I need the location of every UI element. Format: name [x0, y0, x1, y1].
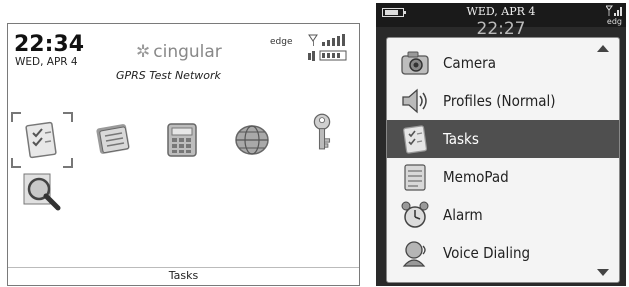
password-keeper-icon[interactable]: [298, 110, 346, 154]
selected-app-label: Tasks: [168, 269, 199, 282]
scroll-down-icon[interactable]: [597, 269, 609, 276]
alarm-clock-icon: [399, 200, 431, 230]
carrier-name: cingular: [153, 42, 222, 62]
home-screen: 22:34 WED, APR 4 ✲ cingular GPRS Test Net…: [7, 23, 360, 286]
carrier-logo: ✲ cingular: [136, 42, 222, 62]
menu-item-memopad[interactable]: MemoPad: [387, 158, 619, 196]
clock: 22:27: [476, 19, 526, 39]
menu-item-label: Camera: [443, 54, 496, 72]
voice-dialing-icon: [399, 238, 431, 268]
clock: 22:34: [14, 32, 85, 57]
browser-icon[interactable]: [228, 118, 276, 162]
tasks-icon[interactable]: [18, 118, 66, 162]
search-icon[interactable]: [18, 170, 66, 214]
menu-item-voice-dialing[interactable]: Voice Dialing: [387, 234, 619, 272]
camera-icon: [399, 48, 431, 78]
divider: [8, 267, 359, 268]
menu-item-label: Tasks: [443, 130, 479, 148]
menu-item-label: Alarm: [443, 206, 483, 224]
menu-item-label: Voice Dialing: [443, 244, 531, 262]
memopad-icon[interactable]: [90, 118, 138, 162]
speaker-icon: [399, 86, 431, 116]
date: WED, APR 4: [15, 56, 78, 68]
menu-item-tasks[interactable]: Tasks: [387, 120, 619, 158]
signal-strength-icon: [308, 34, 345, 46]
calculator-icon[interactable]: [158, 118, 206, 162]
battery-icon: [308, 50, 347, 61]
date: WED, APR 4: [466, 5, 536, 18]
signal-strength-icon: [606, 5, 622, 16]
connection-type: edg: [606, 17, 622, 26]
connection-type: edge: [270, 37, 293, 47]
app-menu: Camera Profiles (Normal) Tasks MemoPad A: [386, 37, 620, 283]
menu-item-profiles[interactable]: Profiles (Normal): [387, 82, 619, 120]
menu-item-alarm[interactable]: Alarm: [387, 196, 619, 234]
menu-screen: WED, APR 4 22:27 edg Camera Profiles (No…: [376, 3, 626, 286]
memopad-icon: [399, 162, 431, 192]
menu-item-label: MemoPad: [443, 168, 509, 186]
tasks-icon: [399, 124, 431, 154]
network-name: GPRS Test Network: [116, 69, 221, 82]
menu-item-label: Profiles (Normal): [443, 92, 556, 110]
menu-item-camera[interactable]: Camera: [387, 44, 619, 82]
carrier-logo-icon: ✲: [136, 42, 151, 62]
